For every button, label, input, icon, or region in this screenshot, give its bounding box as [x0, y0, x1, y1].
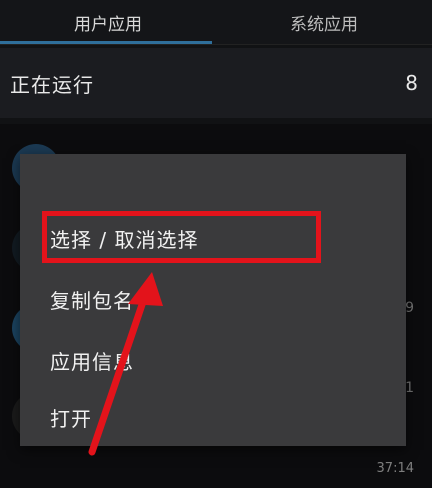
divider: [0, 44, 432, 45]
menu-item-app-info[interactable]: 应用信息: [20, 332, 406, 388]
menu-item-label: 应用信息: [50, 349, 134, 374]
tab-system-apps[interactable]: 系统应用: [216, 0, 432, 44]
tab-label: 用户应用: [74, 14, 142, 35]
tab-user-apps[interactable]: 用户应用: [0, 0, 216, 44]
menu-item-open[interactable]: 打开: [20, 389, 406, 445]
running-section-header: 正在运行 8: [0, 48, 432, 118]
running-title: 正在运行: [10, 72, 94, 97]
menu-item-label: 打开: [50, 406, 92, 431]
menu-item-copy-package-name[interactable]: 复制包名: [20, 271, 406, 327]
running-count: 8: [405, 71, 418, 95]
tab-bar: 用户应用 系统应用: [0, 0, 432, 44]
annotation-highlight-box: [42, 211, 321, 263]
tab-label: 系统应用: [290, 14, 358, 35]
context-menu: 选择 / 取消选择 复制包名 应用信息 打开: [20, 154, 406, 446]
menu-item-label: 复制包名: [50, 288, 134, 313]
